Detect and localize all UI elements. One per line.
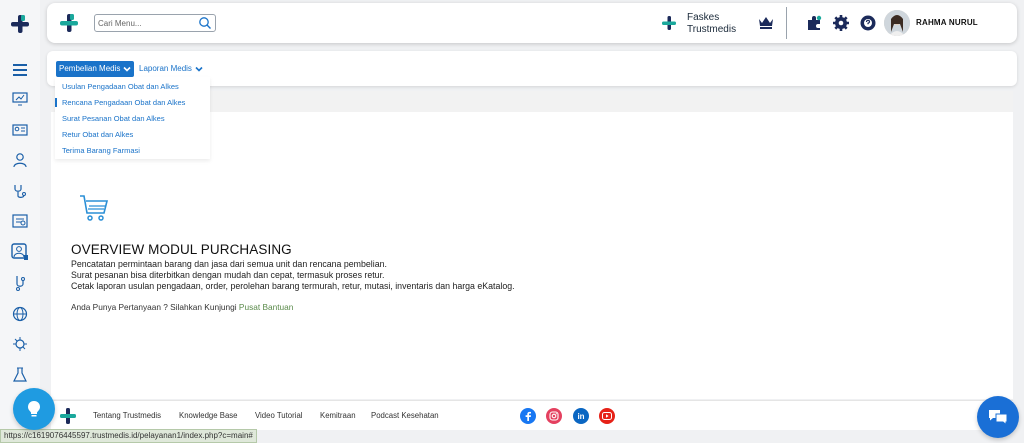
user-name[interactable]: RAHMA NURUL: [916, 18, 978, 27]
help-text: Anda Punya Pertanyaan ? Silahkan Kunjung…: [71, 302, 237, 312]
dropdown-hover-indicator: [55, 98, 57, 107]
footer-link-knowledge-base[interactable]: Knowledge Base: [179, 411, 238, 420]
menu-pembelian-medis-label: Pembelian Medis: [59, 64, 121, 73]
settings-gear-icon[interactable]: [832, 14, 850, 32]
pembelian-medis-dropdown: Usulan Pengadaan Obat dan Alkes Rencana …: [55, 77, 210, 159]
dropdown-item-terima-barang[interactable]: Terima Barang Farmasi: [62, 146, 140, 155]
help-prompt: Anda Punya Pertanyaan ? Silahkan Kunjung…: [71, 302, 293, 312]
chevron-down-icon: [195, 66, 203, 72]
status-bar-url: https://c1619076445597.trustmedis.id/pel…: [0, 429, 257, 443]
puzzle-icon[interactable]: [805, 14, 823, 32]
monitor-chart-icon[interactable]: [10, 89, 30, 109]
dropdown-item-surat-pesanan[interactable]: Surat Pesanan Obat dan Alkes: [62, 114, 165, 123]
linkedin-glyph: in: [577, 411, 585, 421]
footer-link-video-tutorial[interactable]: Video Tutorial: [255, 411, 303, 420]
dropdown-item-rencana-pengadaan[interactable]: Rencana Pengadaan Obat dan Alkes: [62, 98, 185, 107]
top-header: Faskes Trustmedis RAHMA NURUL: [47, 3, 1017, 43]
footer: Tentang Trustmedis Knowledge Base Video …: [51, 400, 1013, 430]
dropdown-item-retur[interactable]: Retur Obat dan Alkes: [62, 130, 133, 139]
menu-laporan-medis-label: Laporan Medis: [139, 64, 192, 73]
medical-record-icon[interactable]: [10, 211, 30, 231]
overview-line: Surat pesanan bisa diterbitkan dengan mu…: [71, 270, 385, 280]
side-rail: [0, 0, 40, 443]
linkedin-icon[interactable]: in: [573, 408, 589, 424]
lab-test-icon[interactable]: [10, 273, 30, 293]
chat-bubbles-icon: [989, 410, 1008, 426]
youtube-icon[interactable]: [599, 408, 615, 424]
lightbulb-icon: [28, 401, 40, 417]
tips-lightbulb-button[interactable]: [13, 388, 55, 430]
trustmedis-logo-icon[interactable]: [10, 14, 30, 34]
flask-icon[interactable]: [10, 365, 30, 385]
facility-name: Faskes Trustmedis: [687, 12, 737, 35]
doctor-icon[interactable]: [10, 150, 30, 170]
id-card-icon[interactable]: [10, 120, 30, 140]
overview-line: Cetak laporan usulan pengadaan, order, p…: [71, 281, 515, 291]
hamburger-menu-icon[interactable]: [10, 60, 30, 80]
stethoscope-icon[interactable]: [10, 181, 30, 201]
virus-scan-icon[interactable]: [10, 334, 30, 354]
footer-link-podcast[interactable]: Podcast Kesehatan: [371, 411, 439, 420]
dropdown-item-usulan-pengadaan[interactable]: Usulan Pengadaan Obat dan Alkes: [62, 82, 179, 91]
help-support-icon[interactable]: [859, 14, 877, 32]
overview-title: OVERVIEW MODUL PURCHASING: [71, 242, 292, 257]
user-avatar[interactable]: [884, 10, 910, 36]
footer-link-tentang[interactable]: Tentang Trustmedis: [93, 411, 161, 420]
live-chat-button[interactable]: [977, 396, 1019, 438]
globe-icon[interactable]: [10, 304, 30, 324]
help-center-link[interactable]: Pusat Bantuan: [239, 302, 293, 312]
footer-link-kemitraan[interactable]: Kemitraan: [320, 411, 356, 420]
menu-pembelian-medis[interactable]: Pembelian Medis: [56, 61, 135, 77]
facility-logo-icon: [662, 16, 676, 30]
search-icon[interactable]: [198, 16, 212, 30]
trustmedis-logo-icon[interactable]: [59, 407, 77, 425]
header-divider: [786, 7, 787, 39]
shopping-cart-icon: [78, 193, 110, 225]
chevron-down-icon: [123, 66, 131, 72]
facebook-icon[interactable]: [520, 408, 536, 424]
pharmacy-user-icon[interactable]: [10, 242, 30, 262]
trustmedis-logo-icon[interactable]: [59, 13, 79, 33]
crown-icon[interactable]: [758, 15, 774, 29]
overview-line: Pencatatan permintaan barang dan jasa da…: [71, 259, 387, 269]
menu-laporan-medis[interactable]: Laporan Medis: [139, 61, 203, 77]
instagram-icon[interactable]: [546, 408, 562, 424]
